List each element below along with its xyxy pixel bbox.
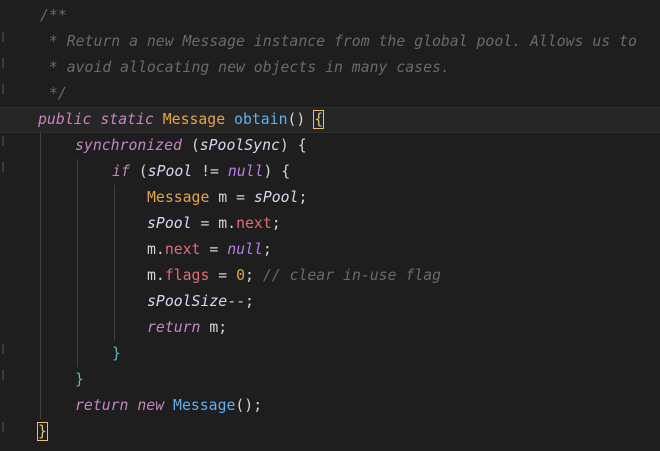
- code-token: return: [147, 319, 201, 336]
- code-line[interactable]: public static Message obtain() {: [38, 107, 325, 133]
- code-token: sPoolSync: [199, 137, 280, 154]
- code-token: null: [227, 241, 263, 258]
- matched-bracket: {: [313, 110, 325, 129]
- code-token: =: [200, 241, 228, 258]
- code-token: ();: [235, 397, 263, 414]
- code-token: 0: [236, 267, 246, 284]
- code-token: --;: [227, 293, 254, 310]
- code-line[interactable]: if (sPool != null) {: [112, 159, 290, 185]
- code-line[interactable]: return new Message();: [75, 393, 262, 419]
- gutter-marker: [2, 370, 4, 380]
- code-line[interactable]: synchronized (sPoolSync) {: [75, 133, 307, 159]
- code-line[interactable]: sPoolSize--;: [147, 289, 254, 315]
- code-line[interactable]: }: [75, 367, 84, 393]
- editor-gutter[interactable]: [0, 0, 12, 451]
- code-token: (): [287, 111, 315, 128]
- code-token: * Return a new Message instance from the…: [40, 33, 637, 50]
- indent-guide: [114, 185, 115, 341]
- code-token: synchronized: [75, 137, 182, 154]
- matched-bracket: }: [37, 422, 48, 441]
- code-line[interactable]: * Return a new Message instance from the…: [40, 29, 637, 55]
- code-token: }: [75, 371, 84, 388]
- code-token: public: [38, 111, 92, 128]
- code-token: next: [164, 241, 201, 258]
- gutter-marker: [2, 84, 4, 94]
- code-token: m.: [147, 241, 165, 258]
- code-token: (: [181, 137, 200, 154]
- gutter-marker: [2, 58, 4, 68]
- gutter-marker: [2, 32, 4, 42]
- code-line[interactable]: m.flags = 0; // clear in-use flag: [147, 263, 441, 289]
- code-token: ;: [298, 189, 308, 206]
- code-token: ;: [262, 241, 272, 258]
- gutter-marker: [2, 422, 4, 432]
- code-token: m.: [147, 267, 165, 284]
- code-token: * avoid allocating new objects in many c…: [40, 59, 450, 76]
- code-editor[interactable]: /** * Return a new Message instance from…: [0, 0, 660, 451]
- code-token: (: [129, 163, 148, 180]
- code-token: */: [40, 85, 67, 102]
- code-token: return: [75, 397, 129, 414]
- code-token: if: [112, 163, 130, 180]
- gutter-marker: [2, 136, 4, 146]
- gutter-marker: [2, 344, 4, 354]
- code-token: obtain: [234, 111, 288, 128]
- code-token: null: [227, 163, 264, 180]
- indent-guide: [77, 159, 78, 367]
- code-token: ) {: [279, 137, 307, 154]
- code-token: sPoolSize: [147, 293, 228, 310]
- gutter-marker: [2, 162, 4, 172]
- code-line[interactable]: m.next = null;: [147, 237, 272, 263]
- code-token: }: [112, 345, 121, 362]
- code-line[interactable]: */: [40, 81, 67, 107]
- code-line[interactable]: sPool = m.next;: [147, 211, 281, 237]
- code-line[interactable]: /**: [40, 3, 67, 29]
- code-line[interactable]: * avoid allocating new objects in many c…: [40, 55, 450, 81]
- code-token: // clear in-use flag: [262, 267, 442, 284]
- code-token: Message: [173, 397, 236, 414]
- code-line[interactable]: }: [112, 341, 121, 367]
- code-token: Message: [162, 111, 226, 128]
- code-token: static: [100, 111, 154, 128]
- code-token: new: [137, 397, 165, 414]
- code-token: sPool: [147, 215, 192, 232]
- code-token: flags: [164, 267, 210, 284]
- code-token: sPool: [253, 189, 299, 206]
- code-token: = m.: [191, 215, 237, 232]
- code-token: ) {: [263, 163, 291, 180]
- code-token: m;: [200, 319, 228, 336]
- code-line[interactable]: }: [37, 419, 48, 445]
- code-token: next: [236, 215, 272, 232]
- code-token: Message: [147, 189, 210, 206]
- code-token: m =: [209, 189, 254, 206]
- code-token: /**: [40, 7, 67, 24]
- code-token: sPool: [147, 163, 193, 180]
- code-token: ;: [245, 267, 263, 284]
- code-line[interactable]: return m;: [147, 315, 227, 341]
- code-token: ;: [271, 215, 281, 232]
- code-line[interactable]: Message m = sPool;: [147, 185, 307, 211]
- indent-guide: [40, 133, 41, 419]
- code-token: =: [209, 267, 237, 284]
- code-token: !=: [192, 163, 228, 180]
